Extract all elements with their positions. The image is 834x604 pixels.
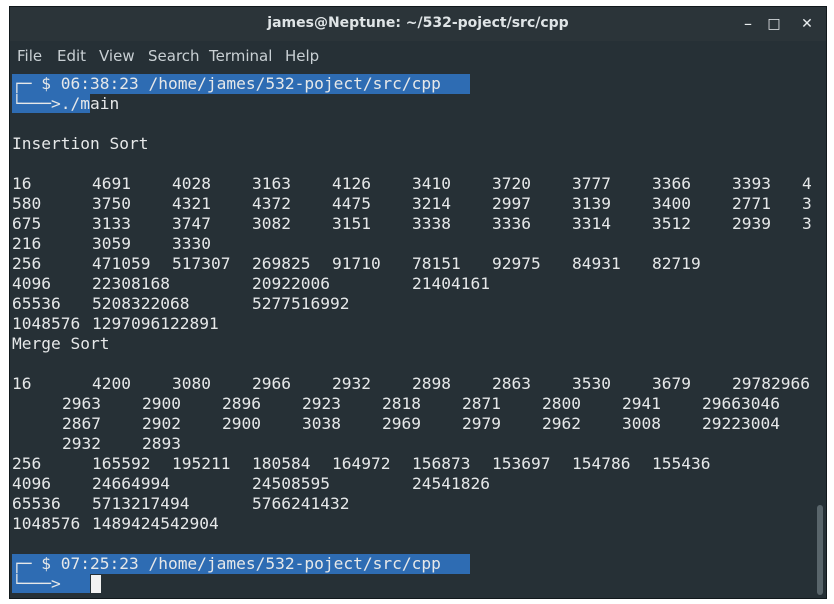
- menu-search[interactable]: Search: [148, 47, 200, 65]
- menu-help[interactable]: Help: [285, 47, 319, 65]
- menu-edit[interactable]: Edit: [57, 47, 86, 65]
- insertion-row-16: 16 4691 4028 3163 4126 3410 3720 3777 3366 3393 4: [12, 174, 812, 193]
- insertion-row-wrap-3: 216 3059 3330: [12, 234, 211, 253]
- menu-terminal[interactable]: Terminal: [209, 47, 272, 65]
- merge-row-wrap-3: 2932 2893: [62, 434, 181, 453]
- merge-row-65536: 65536 5713217494 5766241432: [12, 494, 350, 513]
- scroll-thumb[interactable]: [817, 505, 823, 595]
- prompt-line-1: ┌─ $ 06:38:23 /home/james/532-poject/src…: [12, 74, 441, 94]
- merge-heading: Merge Sort: [12, 334, 110, 353]
- minimize-icon[interactable]: –: [737, 13, 759, 35]
- prompt-arrow-line-1: └───>./main: [12, 94, 119, 114]
- insertion-row-1048576: 1048576 1297096122891: [12, 314, 219, 333]
- merge-row-16: 16 4200 3080 2966 2932 2898 2863 3530 3679 297829…: [12, 374, 810, 393]
- command-text: ./main: [60, 94, 120, 113]
- menu-view[interactable]: View: [99, 47, 135, 65]
- prompt-text: $ 06:38:23 /home/james/532-poject/src/cp…: [41, 74, 441, 93]
- merge-row-1048576: 1048576 1489424542904: [12, 514, 219, 533]
- insertion-row-wrap-1: 580 3750 4321 4372 4475 3214 2997 3139 3400 2771 3: [12, 194, 812, 213]
- merge-row-256: 256 165592 195211 180584 164972 156873 153697 1…: [12, 454, 711, 473]
- close-icon[interactable]: ✕: [796, 13, 818, 35]
- title-bar[interactable]: james@Neptune: ~/532-poject/src/cpp – □ …: [10, 7, 826, 41]
- prompt-text: $ 07:25:23 /home/james/532-poject/src/cp…: [41, 554, 441, 573]
- maximize-icon[interactable]: □: [763, 13, 785, 35]
- insertion-row-65536: 65536 5208322068 5277516992: [12, 294, 350, 313]
- prompt-line-2: ┌─ $ 07:25:23 /home/james/532-poject/src…: [12, 554, 441, 574]
- prompt-arrow-line-2: └───>: [12, 574, 61, 594]
- scrollbar[interactable]: [814, 71, 826, 598]
- prompt-corner: ┌─: [12, 74, 32, 93]
- merge-row-4096: 4096 24664994 24508595 24541826: [12, 474, 490, 493]
- prompt-arrow: └───>: [12, 574, 61, 593]
- insertion-row-wrap-2: 675 3133 3747 3082 3151 3338 3336 3314 3512 2939 3: [12, 214, 812, 233]
- merge-row-wrap-1: 2963 2900 2896 2923 2818 2871 2800 2941 29663046: [62, 394, 780, 413]
- terminal-window: james@Neptune: ~/532-poject/src/cpp – □ …: [10, 7, 826, 598]
- text-cursor: [91, 575, 101, 593]
- prompt-corner: ┌─: [12, 554, 32, 573]
- menu-bar: File Edit View Search Terminal Help: [10, 43, 826, 69]
- window-title: james@Neptune: ~/532-poject/src/cpp: [267, 15, 569, 31]
- terminal-output[interactable]: ┌─ $ 06:38:23 /home/james/532-poject/src…: [10, 71, 814, 598]
- insertion-row-256: 256 471059 517307 269825 91710 78151 92975 8493…: [12, 254, 701, 273]
- insertion-heading: Insertion Sort: [12, 134, 149, 153]
- prompt-arrow: └───>: [12, 94, 61, 113]
- merge-row-wrap-2: 2867 2902 2900 3038 2969 2979 2962 3008 29223004: [62, 414, 780, 433]
- menu-file[interactable]: File: [17, 47, 42, 65]
- insertion-row-4096: 4096 22308168 20922006 21404161: [12, 274, 490, 293]
